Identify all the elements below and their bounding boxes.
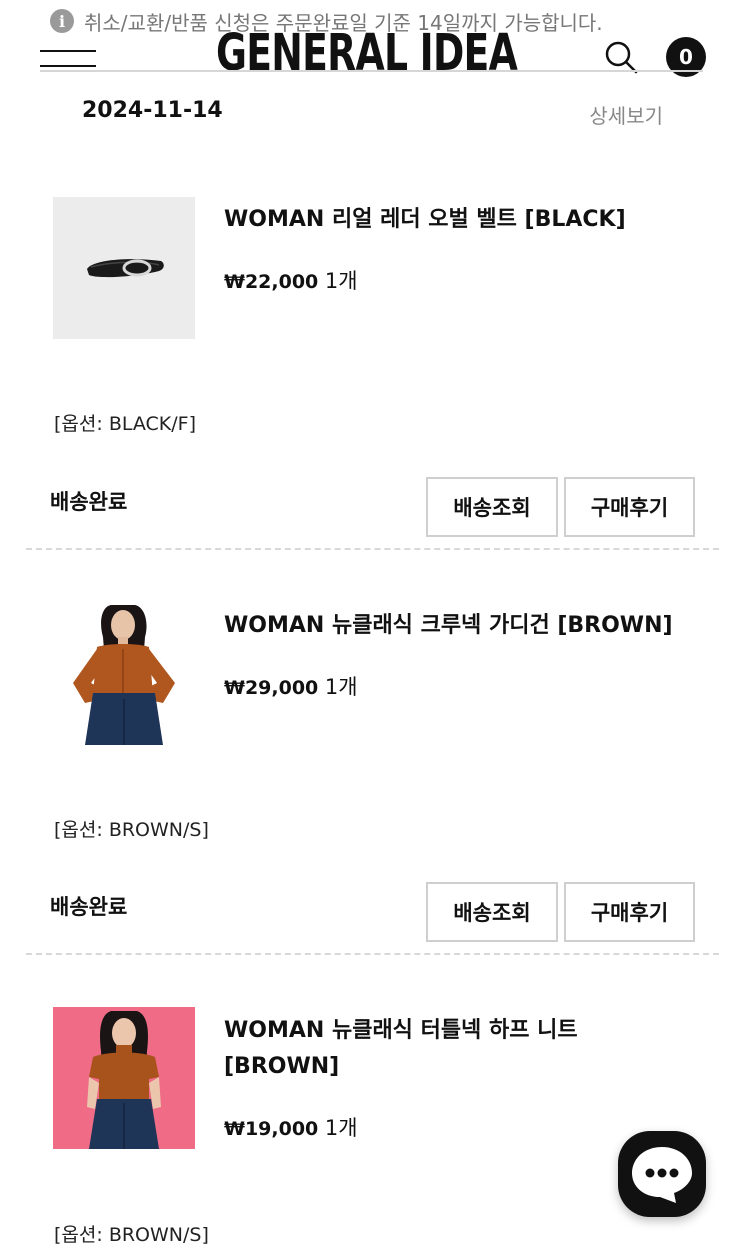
brand-logo[interactable]: GENERAL IDEA [216, 24, 518, 84]
product-price: ₩19,000 [224, 1118, 319, 1140]
product-price: ₩22,000 [224, 271, 319, 293]
write-review-button[interactable]: 구매후기 [564, 882, 695, 942]
delivery-status: 배송완료 [50, 895, 128, 919]
delivery-status: 배송완료 [50, 490, 128, 514]
chat-button[interactable] [618, 1131, 706, 1217]
track-delivery-button[interactable]: 배송조회 [426, 882, 558, 942]
product-option: [옵션: BROWN/S] [54, 819, 209, 841]
product-option: [옵션: BROWN/S] [54, 1224, 209, 1246]
product-quantity: 1개 [324, 1116, 358, 1140]
chat-bubble-icon [632, 1147, 692, 1203]
product-price-qty: ₩29,000 1개 [224, 671, 358, 701]
product-thumbnail-knit[interactable] [53, 1007, 195, 1149]
header-divider [40, 70, 703, 72]
order-details-link[interactable]: 상세보기 [589, 100, 663, 129]
track-delivery-button[interactable]: 배송조회 [426, 477, 558, 537]
order-date: 2024-11-14 [82, 98, 223, 123]
product-price: ₩29,000 [224, 677, 319, 699]
write-review-button[interactable]: 구매후기 [564, 477, 695, 537]
product-name[interactable]: WOMAN 뉴클래식 터틀넥 하프 니트 [BROWN] [224, 1013, 694, 1085]
product-name[interactable]: WOMAN 리얼 레더 오벌 벨트 [BLACK] [224, 202, 694, 238]
hamburger-menu-icon[interactable] [40, 50, 96, 68]
item-divider [26, 953, 719, 955]
product-price-qty: ₩22,000 1개 [224, 265, 358, 295]
product-option: [옵션: BLACK/F] [54, 413, 197, 435]
product-thumbnail-cardigan[interactable] [53, 603, 195, 745]
info-icon: i [50, 9, 74, 33]
product-thumbnail-belt[interactable] [53, 197, 195, 339]
product-price-qty: ₩19,000 1개 [224, 1112, 358, 1142]
product-quantity: 1개 [324, 675, 358, 699]
product-quantity: 1개 [324, 269, 358, 293]
item-divider [26, 548, 719, 550]
product-name[interactable]: WOMAN 뉴클래식 크루넥 가디건 [BROWN] [224, 608, 694, 644]
